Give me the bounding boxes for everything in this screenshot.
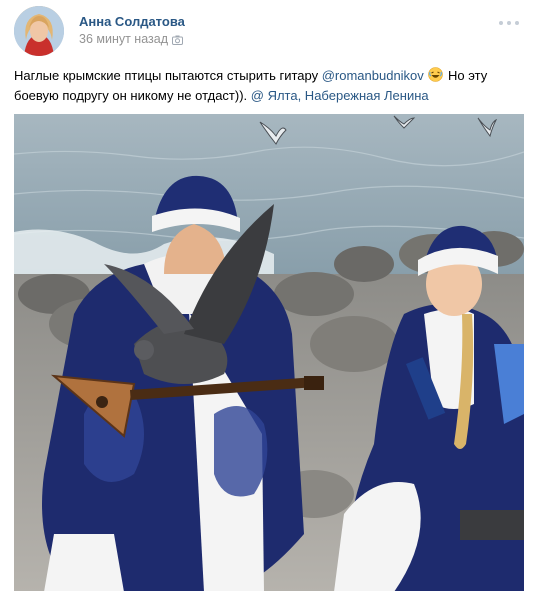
- post-text: Наглые крымские птицы пытаются стырить г…: [14, 66, 519, 106]
- location-link[interactable]: @ Ялта, Набережная Ленина: [251, 88, 429, 103]
- author-avatar[interactable]: [14, 6, 64, 56]
- post-text-fragment: Наглые крымские птицы пытаются стырить г…: [14, 68, 322, 83]
- post-header: Анна Солдатова 36 минут назад: [14, 6, 519, 56]
- camera-icon: [172, 34, 183, 45]
- more-dots-icon[interactable]: [499, 18, 519, 28]
- author-name-link[interactable]: Анна Солдатова: [79, 14, 185, 29]
- post-text-fragment: Но эту: [444, 68, 488, 83]
- mention-link[interactable]: @romanbudnikov: [322, 68, 424, 83]
- post-time-link[interactable]: 36 минут назад: [79, 32, 168, 46]
- laughing-emoji-icon: [428, 67, 444, 82]
- post-text-line-2: боевую подругу он никому не отдаст)). @ …: [14, 86, 519, 106]
- post-text-fragment: боевую подругу он никому не отдаст)).: [14, 88, 251, 103]
- post-meta: 36 минут назад: [79, 32, 183, 46]
- post-card: Анна Солдатова 36 минут назад Наглые кры…: [0, 0, 533, 591]
- post-photo[interactable]: [14, 114, 524, 591]
- post-text-line-1: Наглые крымские птицы пытаются стырить г…: [14, 66, 519, 86]
